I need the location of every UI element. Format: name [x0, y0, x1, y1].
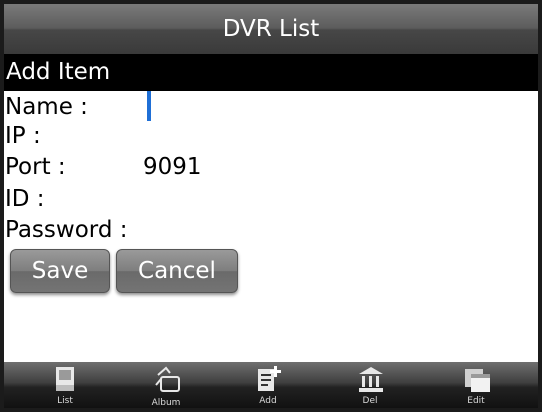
section-header: Add Item: [4, 54, 538, 91]
toolbar-label-album: Album: [151, 398, 181, 408]
id-label: ID :: [5, 186, 45, 212]
edit-icon: [465, 369, 490, 392]
text-cursor: [147, 91, 151, 121]
port-field[interactable]: 9091: [143, 151, 202, 183]
toolbar-item-list[interactable]: List: [35, 362, 95, 408]
id-row[interactable]: ID :: [5, 183, 535, 215]
toolbar-label-edit: Edit: [467, 396, 485, 406]
toolbar-item-delete[interactable]: Del: [340, 362, 400, 408]
password-label: Password :: [5, 217, 128, 243]
toolbar-label-list: List: [57, 396, 73, 406]
toolbar-item-album[interactable]: Album: [136, 362, 196, 408]
toolbar-label-add: Add: [259, 396, 277, 406]
port-row[interactable]: Port : 9091: [5, 151, 535, 183]
album-icon: [155, 366, 180, 392]
window-title: DVR List: [222, 16, 320, 42]
toolbar-item-add[interactable]: Add: [238, 362, 298, 408]
delete-icon: [359, 367, 383, 392]
toolbar-label-delete: Del: [362, 396, 378, 406]
name-row[interactable]: Name :: [5, 91, 535, 123]
add-icon: [258, 366, 281, 391]
title-bar: DVR List: [4, 4, 538, 54]
port-label: Port :: [5, 154, 66, 180]
ip-label: IP :: [5, 123, 41, 149]
section-title: Add Item: [6, 59, 111, 85]
save-button[interactable]: Save: [10, 249, 110, 293]
toolbar-item-edit[interactable]: Edit: [446, 362, 506, 408]
bottom-toolbar: List Album Add Del Edit: [4, 362, 538, 408]
list-icon: [56, 367, 74, 391]
ip-row[interactable]: IP :: [5, 120, 535, 152]
password-row[interactable]: Password :: [5, 214, 535, 246]
name-label: Name :: [5, 94, 88, 120]
cancel-button[interactable]: Cancel: [116, 249, 238, 293]
